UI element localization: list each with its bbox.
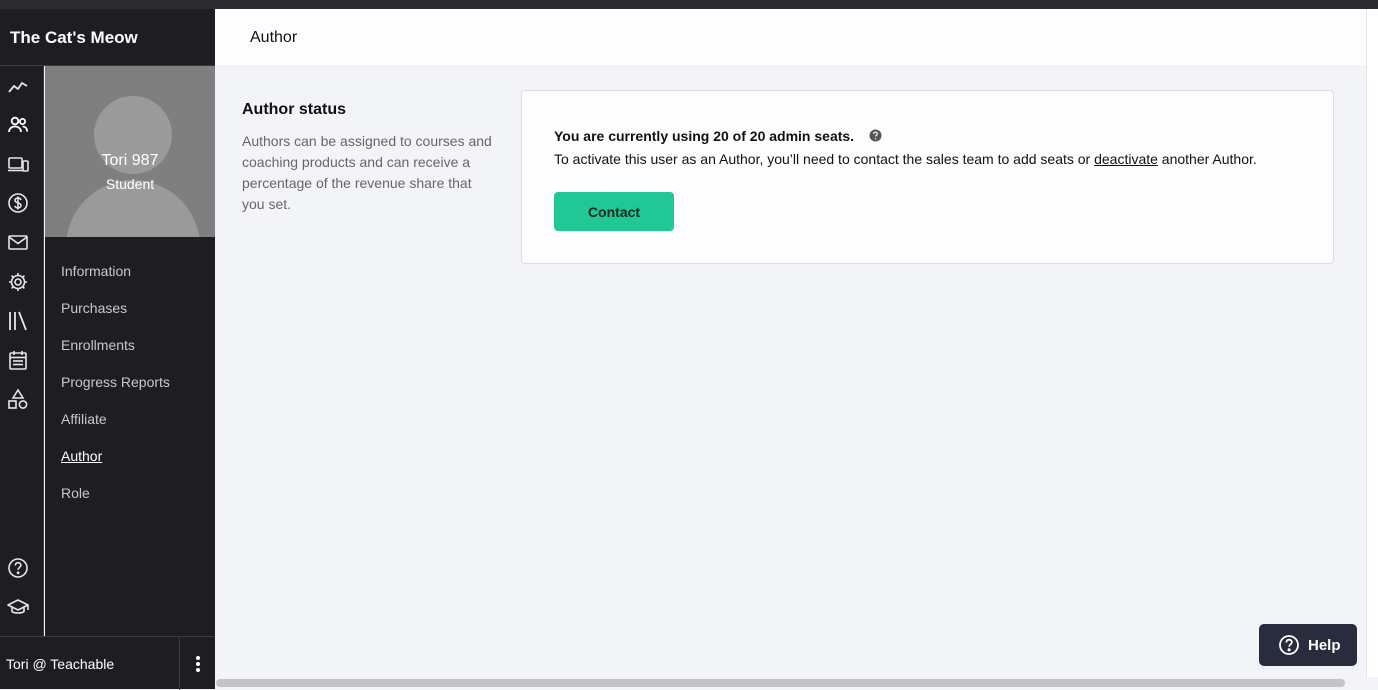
help-circle-icon[interactable] [7, 557, 29, 579]
help-button[interactable]: Help [1259, 624, 1357, 666]
author-status-card: You are currently using 20 of 20 admin s… [521, 90, 1334, 264]
instruction-text-after: another Author. [1157, 151, 1257, 167]
profile-card: Tori 987 Student [45, 66, 215, 237]
gear-icon[interactable] [7, 271, 29, 293]
calendar-icon[interactable] [7, 349, 29, 371]
scrollbar-thumb[interactable] [216, 679, 1345, 687]
more-options-icon[interactable] [190, 654, 206, 674]
vertical-scrollbar[interactable] [1366, 9, 1378, 677]
top-bar [0, 0, 1378, 9]
profile-name: Tori 987 [101, 152, 159, 169]
current-user-label[interactable]: Tori @ Teachable [6, 656, 114, 672]
dollar-icon[interactable] [7, 192, 29, 214]
devices-icon[interactable] [7, 153, 29, 175]
user-bar-divider [179, 637, 180, 690]
info-question-icon[interactable] [869, 129, 882, 142]
help-label: Help [1308, 637, 1341, 654]
help-icon [1278, 634, 1300, 656]
subnav-item-role[interactable]: Role [61, 485, 170, 522]
user-subnav: Tori 987 Student Information Purchases E… [45, 66, 215, 636]
activation-instructions: To activate this user as an Author, you’… [554, 151, 1257, 167]
users-icon[interactable] [7, 114, 29, 136]
contact-button[interactable]: Contact [554, 192, 674, 231]
trend-icon[interactable] [7, 76, 29, 98]
graduation-cap-icon[interactable] [7, 596, 29, 618]
icon-rail [0, 66, 44, 636]
subnav-item-author[interactable]: Author [61, 448, 170, 485]
user-bar: Tori @ Teachable [0, 636, 215, 690]
brand-name[interactable]: The Cat's Meow [0, 9, 215, 66]
subnav-item-progress-reports[interactable]: Progress Reports [61, 374, 170, 411]
page-title: Author [250, 29, 298, 46]
section-description: Authors can be assigned to courses and c… [242, 133, 492, 212]
instruction-text-before: To activate this user as an Author, you’… [554, 151, 1095, 167]
subnav-item-affiliate[interactable]: Affiliate [61, 411, 170, 448]
deactivate-link[interactable]: deactivate [1094, 151, 1158, 167]
shapes-icon[interactable] [7, 388, 29, 410]
profile-role: Student [105, 176, 155, 192]
page-header: Author [215, 9, 1366, 65]
subnav-item-purchases[interactable]: Purchases [61, 300, 170, 337]
seats-usage-text: You are currently using 20 of 20 admin s… [554, 128, 855, 144]
mail-icon[interactable] [7, 231, 29, 253]
subnav-item-enrollments[interactable]: Enrollments [61, 337, 170, 374]
subnav-list: Information Purchases Enrollments Progre… [61, 263, 170, 522]
horizontal-scrollbar[interactable] [215, 677, 1366, 689]
library-icon[interactable] [7, 310, 29, 332]
subnav-item-information[interactable]: Information [61, 263, 170, 300]
section-title: Author status [242, 101, 346, 118]
